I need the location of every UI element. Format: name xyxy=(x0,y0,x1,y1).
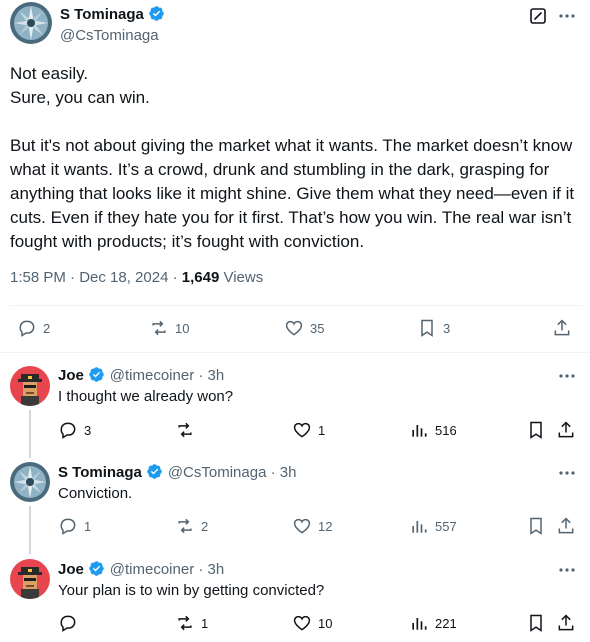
verified-badge-icon xyxy=(149,6,165,21)
like-count: 10 xyxy=(318,615,333,631)
tweet-text: Not easily. Sure, you can win. But it's … xyxy=(10,64,575,251)
like-count: 35 xyxy=(310,320,325,336)
views-count: 516 xyxy=(435,422,457,438)
reply-icon xyxy=(60,422,76,439)
like-count: 1 xyxy=(318,422,326,438)
repost-button[interactable]: 2 xyxy=(175,516,208,536)
share-button[interactable] xyxy=(552,318,572,338)
repost-icon xyxy=(152,320,166,336)
bookmark-count: 3 xyxy=(443,320,451,336)
heart-icon xyxy=(293,615,311,631)
bookmark-icon xyxy=(530,421,542,439)
repost-count: 2 xyxy=(201,518,209,534)
views-label: Views xyxy=(219,269,264,286)
thread-line xyxy=(29,506,31,554)
author-avatar[interactable] xyxy=(10,2,52,44)
heart-icon xyxy=(293,422,311,438)
like-button[interactable]: 1 xyxy=(292,420,325,440)
reply-text: Your plan is to win by getting convicted… xyxy=(58,582,325,599)
verified-badge-icon xyxy=(89,561,105,576)
author-handle[interactable]: @CsTominaga xyxy=(60,27,159,44)
repost-count: 10 xyxy=(175,320,190,336)
repost-icon xyxy=(178,518,192,534)
like-button[interactable]: 35 xyxy=(284,318,324,338)
heart-icon xyxy=(293,518,311,534)
bookmark-icon xyxy=(530,614,542,632)
share-button[interactable] xyxy=(556,420,576,440)
reply-button[interactable]: 2 xyxy=(17,318,50,338)
more-options-icon[interactable] xyxy=(557,560,577,580)
verified-badge-icon xyxy=(89,367,105,382)
share-icon xyxy=(554,319,570,336)
repost-button[interactable]: 1 xyxy=(175,613,208,633)
divider xyxy=(0,352,590,353)
reply-button[interactable]: 1 xyxy=(58,516,91,536)
reply-author-name[interactable]: S Tominaga xyxy=(58,464,142,481)
views-button[interactable]: 516 xyxy=(409,420,457,440)
bookmark-button[interactable] xyxy=(526,516,546,536)
reply-icon xyxy=(60,518,76,535)
repost-icon xyxy=(178,422,192,438)
reply-button[interactable] xyxy=(58,613,84,633)
reply-count: 1 xyxy=(84,518,92,534)
share-button[interactable] xyxy=(556,516,576,536)
author-name[interactable]: S Tominaga xyxy=(60,6,144,23)
reply-text: Conviction. xyxy=(58,485,133,502)
share-icon xyxy=(558,614,574,631)
grok-icon[interactable] xyxy=(529,7,547,25)
bookmark-icon xyxy=(530,517,542,535)
bookmark-button[interactable]: 3 xyxy=(417,318,450,338)
reply-avatar[interactable] xyxy=(10,462,50,502)
reply-author-handle[interactable]: @timecoiner · 3h xyxy=(110,561,224,578)
views-chart-icon xyxy=(412,618,427,630)
share-icon xyxy=(558,517,574,534)
like-button[interactable]: 12 xyxy=(292,516,332,536)
tweet-meta: 1:58 PM · Dec 18, 2024 · 1,649 Views xyxy=(10,269,263,286)
heart-icon xyxy=(285,320,303,336)
repost-count: 1 xyxy=(201,615,209,631)
bookmark-button[interactable] xyxy=(526,420,546,440)
bookmark-icon xyxy=(421,319,433,337)
more-options-icon[interactable] xyxy=(557,6,577,26)
verified-badge-icon xyxy=(147,464,163,479)
share-icon xyxy=(558,421,574,438)
reply-icon xyxy=(19,320,35,337)
views-button[interactable]: 221 xyxy=(409,613,457,633)
views-count: 1,649 xyxy=(181,269,220,286)
views-count: 221 xyxy=(435,615,457,631)
reply-button[interactable]: 3 xyxy=(58,420,91,440)
reply-avatar[interactable] xyxy=(10,559,50,599)
more-options-icon[interactable] xyxy=(557,366,577,386)
bookmark-button[interactable] xyxy=(526,613,546,633)
reply-author-name[interactable]: Joe xyxy=(58,561,84,578)
reply-icon xyxy=(60,615,76,632)
like-count: 12 xyxy=(318,518,333,534)
share-button[interactable] xyxy=(556,613,576,633)
reply-author-name[interactable]: Joe xyxy=(58,367,84,384)
reply-text: I thought we already won? xyxy=(58,388,234,405)
like-button[interactable]: 10 xyxy=(292,613,332,633)
reply-avatar[interactable] xyxy=(10,366,50,406)
views-count: 557 xyxy=(435,518,457,534)
views-chart-icon xyxy=(412,521,427,533)
tweet-timestamp[interactable]: 1:58 PM · Dec 18, 2024 · xyxy=(10,269,182,286)
views-chart-icon xyxy=(412,425,427,437)
repost-button[interactable] xyxy=(175,420,201,440)
repost-icon xyxy=(178,615,192,631)
more-options-icon[interactable] xyxy=(557,463,577,483)
divider xyxy=(10,305,582,306)
reply-count: 2 xyxy=(43,320,51,336)
reply-author-handle[interactable]: @timecoiner · 3h xyxy=(110,367,224,384)
thread-line xyxy=(29,410,31,458)
reply-count: 3 xyxy=(84,422,92,438)
reply-author-handle[interactable]: @CsTominaga · 3h xyxy=(168,464,297,481)
views-button[interactable]: 557 xyxy=(409,516,457,536)
repost-button[interactable]: 10 xyxy=(149,318,189,338)
